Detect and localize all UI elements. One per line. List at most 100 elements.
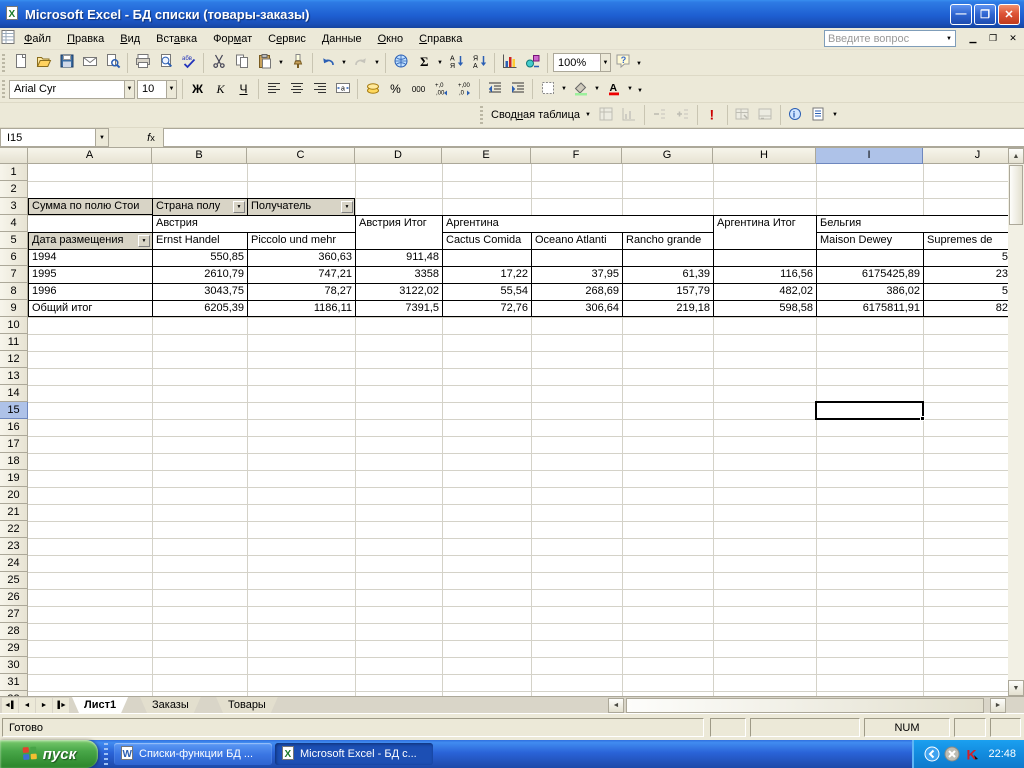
cell-A6[interactable]: 1994 (28, 249, 152, 266)
fill-handle[interactable] (920, 416, 925, 421)
currency-button[interactable] (361, 78, 384, 100)
row-header-31[interactable]: 31 (0, 674, 28, 691)
toolbar-grip[interactable] (480, 106, 483, 124)
select-all-corner[interactable] (0, 148, 28, 164)
filter-dropdown-icon[interactable]: ▼ (233, 201, 245, 213)
align-center-button[interactable] (285, 78, 308, 100)
menu-вставка[interactable]: Вставка (148, 30, 205, 48)
pivot-header-rancho-grande[interactable]: Rancho grande (622, 232, 713, 249)
menu-данные[interactable]: Данные (314, 30, 370, 48)
cell-G7[interactable]: 61,39 (622, 266, 713, 283)
cell-G9[interactable]: 219,18 (622, 300, 713, 317)
cell-H6[interactable] (713, 249, 816, 266)
format-report-button[interactable] (595, 104, 618, 126)
chevron-down-icon[interactable]: ▼ (124, 80, 134, 98)
cell-I9[interactable]: 6175811,91 (816, 300, 923, 317)
row-header-7[interactable]: 7 (0, 266, 28, 283)
help-button[interactable]: ? (611, 52, 634, 74)
borders-button[interactable] (536, 78, 559, 100)
workbook-minimize-button[interactable]: ▁ (966, 32, 980, 46)
row-header-12[interactable]: 12 (0, 351, 28, 368)
workbook-close-button[interactable]: ✕ (1006, 32, 1020, 46)
inc-decimal-button[interactable]: +,0,00 (430, 78, 453, 100)
cell-J6[interactable]: 5 (923, 249, 1008, 266)
chevron-down-icon[interactable]: ▼ (600, 54, 610, 71)
italic-button[interactable]: К (209, 78, 232, 100)
cell-D9[interactable]: 7391,5 (355, 300, 442, 317)
formula-input[interactable] (163, 128, 1024, 147)
row-header-23[interactable]: 23 (0, 538, 28, 555)
row-header-29[interactable]: 29 (0, 640, 28, 657)
chevron-down-icon[interactable]: ▼ (276, 52, 286, 74)
row-header-24[interactable]: 24 (0, 555, 28, 572)
cell-A7[interactable]: 1995 (28, 266, 152, 283)
pivot-header-maison-dewey[interactable]: Maison Dewey (816, 232, 923, 249)
pivot-header-ernst-handel[interactable]: Ernst Handel (152, 232, 247, 249)
pivot-header-oceano-atlanti[interactable]: Oceano Atlanti (531, 232, 622, 249)
fill-color-button[interactable] (569, 78, 592, 100)
chevron-down-icon[interactable]: ▼ (946, 36, 952, 42)
chevron-down-icon[interactable]: ▼ (339, 52, 349, 74)
column-header-F[interactable]: F (531, 148, 622, 164)
cell-J8[interactable]: 5 (923, 283, 1008, 300)
hyperlink-button[interactable] (389, 52, 412, 74)
column-header-A[interactable]: A (28, 148, 152, 164)
hide-icons-chevron-icon[interactable] (924, 746, 940, 762)
row-header-28[interactable]: 28 (0, 623, 28, 640)
chevron-down-icon[interactable]: ▼ (625, 78, 635, 100)
row-header-21[interactable]: 21 (0, 504, 28, 521)
field-list-button[interactable] (807, 104, 830, 126)
cell-F9[interactable]: 306,64 (531, 300, 622, 317)
pivot-header-supremes-de[interactable]: Supremes de (923, 232, 1008, 249)
copy-button[interactable] (230, 52, 253, 74)
dec-decimal-button[interactable]: +,00,0 (453, 78, 476, 100)
row-header-6[interactable]: 6 (0, 249, 28, 266)
row-header-14[interactable]: 14 (0, 385, 28, 402)
save-button[interactable] (55, 52, 78, 74)
toolbar-grip[interactable] (2, 53, 5, 72)
horizontal-scroll-thumb[interactable] (626, 698, 984, 713)
cell-A8[interactable]: 1996 (28, 283, 152, 300)
cell-H7[interactable]: 116,56 (713, 266, 816, 283)
cell-E6[interactable] (442, 249, 531, 266)
percent-button[interactable]: % (384, 78, 407, 100)
zoom-combo[interactable]: 100% ▼ (553, 53, 611, 72)
filter-dropdown-icon[interactable]: ▼ (341, 201, 353, 213)
refresh-button[interactable]: ! (701, 104, 724, 126)
column-header-G[interactable]: G (622, 148, 713, 164)
sheet-tab-товары[interactable]: Товары (216, 697, 278, 713)
row-header-8[interactable]: 8 (0, 283, 28, 300)
cell-F7[interactable]: 37,95 (531, 266, 622, 283)
scroll-right-button[interactable]: ► (990, 698, 1006, 713)
restore-button[interactable]: ❐ (974, 3, 996, 25)
chevron-down-icon[interactable]: ▼ (435, 52, 445, 74)
row-header-11[interactable]: 11 (0, 334, 28, 351)
cell-J7[interactable]: 23 (923, 266, 1008, 283)
taskbar-button-word[interactable]: W Списки-функции БД ... (114, 743, 272, 765)
cell-B9[interactable]: 6205,39 (152, 300, 247, 317)
align-right-button[interactable] (308, 78, 331, 100)
search-button[interactable] (101, 52, 124, 74)
sheet-tab-лист1[interactable]: Лист1 (72, 697, 128, 713)
row-header-1[interactable]: 1 (0, 164, 28, 181)
font-name-combo[interactable]: Arial Cyr ▼ (9, 79, 135, 99)
menu-файл[interactable]: Файл (16, 30, 59, 48)
cell-G8[interactable]: 157,79 (622, 283, 713, 300)
selected-cell-I15[interactable] (815, 401, 925, 421)
row-header-16[interactable]: 16 (0, 419, 28, 436)
scroll-down-button[interactable]: ▼ (1008, 680, 1024, 696)
row-header-18[interactable]: 18 (0, 453, 28, 470)
column-header-D[interactable]: D (355, 148, 442, 164)
chevron-down-icon[interactable]: ▼ (559, 78, 569, 100)
cell-I6[interactable] (816, 249, 923, 266)
hide-detail-button[interactable] (648, 104, 671, 126)
cell-J9[interactable]: 82 (923, 300, 1008, 317)
menu-правка[interactable]: Правка (59, 30, 112, 48)
chevron-down-icon[interactable]: ▼ (372, 52, 382, 74)
paste-button[interactable] (253, 52, 276, 74)
close-button[interactable]: ✕ (998, 3, 1020, 25)
quick-launch-grip[interactable] (104, 743, 108, 765)
row-header-25[interactable]: 25 (0, 572, 28, 589)
inc-indent-button[interactable] (506, 78, 529, 100)
row-header-27[interactable]: 27 (0, 606, 28, 623)
